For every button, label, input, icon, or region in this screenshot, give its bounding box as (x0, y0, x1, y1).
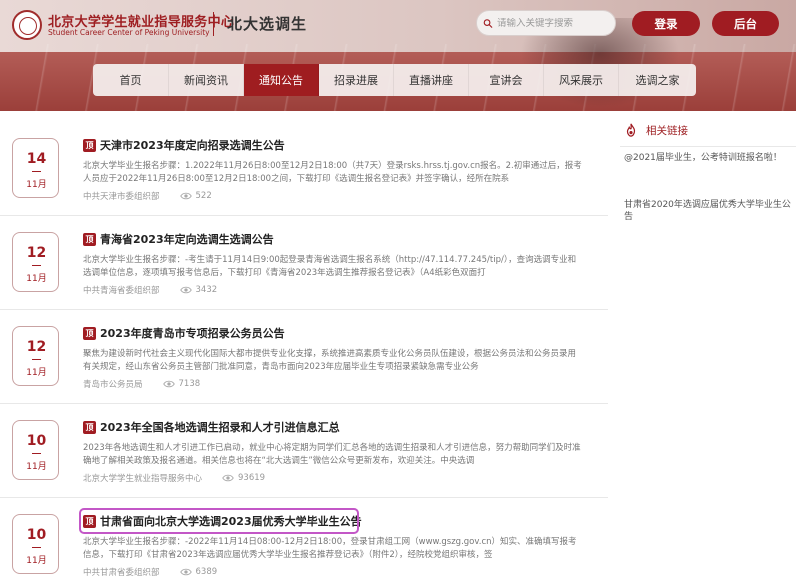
date-day: 10 (26, 527, 47, 543)
eye-icon (179, 286, 192, 294)
related-link[interactable]: 甘肃省2020年选调应届优秀大学毕业生公告 (624, 199, 796, 223)
article-source: 北京大学学生就业指导服务中心 (83, 474, 203, 484)
date-divider (32, 171, 41, 172)
view-count: 522 (195, 191, 212, 201)
article-summary: 北京大学毕业生报名步骤：1.2022年11月26日8:00至12月2日18:00… (83, 161, 582, 184)
pinned-badge: 顶 (83, 138, 96, 152)
related-links-heading: 相关链接 (646, 124, 688, 137)
list-item[interactable]: 10 11月 顶 甘肃省面向北京大学选调2023届优秀大学毕业生公告 北京大学毕… (0, 500, 608, 588)
pinned-badge: 顶 (83, 326, 96, 340)
list-item[interactable]: 12 11月 顶 青海省2023年定向选调生选调公告 北京大学毕业生报名步骤：-… (0, 218, 608, 310)
article-title-link[interactable]: 青海省2023年定向选调生选调公告 (100, 231, 274, 247)
search-box[interactable] (476, 10, 616, 36)
date-badge: 10 11月 (12, 420, 59, 480)
date-badge: 12 11月 (12, 232, 59, 292)
list-item[interactable]: 14 11月 顶 天津市2023年度定向招录选调生公告 北京大学毕业生报名步骤：… (0, 124, 608, 216)
view-count: 3432 (195, 285, 218, 295)
article-summary: 北京大学毕业生报名步骤：-2022年11月14日08:00-12月2日18:00… (83, 537, 577, 560)
admin-button[interactable]: 后台 (712, 11, 779, 36)
date-divider (32, 453, 41, 454)
article-source: 中共青海省委组织部 (83, 286, 160, 296)
nav-item-notices[interactable]: 通知公告 (244, 64, 319, 96)
article-source: 中共天津市委组织部 (83, 192, 160, 202)
article-title-link[interactable]: 天津市2023年度定向招录选调生公告 (100, 137, 285, 153)
date-month: 11月 (26, 556, 47, 566)
logo-english-name[interactable]: Student Career Center of Peking Universi… (48, 28, 210, 37)
date-month: 11月 (26, 274, 47, 284)
nav-item-recruitment-progress[interactable]: 招录进展 (319, 64, 394, 96)
eye-icon (222, 474, 234, 482)
date-badge: 14 11月 (12, 138, 59, 198)
nav-item-info-sessions[interactable]: 宣讲会 (469, 64, 544, 96)
date-month: 11月 (26, 180, 47, 190)
search-icon[interactable] (483, 17, 493, 30)
article-source: 中共甘肃省委组织部 (83, 568, 160, 578)
flame-icon (626, 123, 636, 137)
date-month: 11月 (26, 462, 47, 472)
view-count: 93619 (238, 473, 266, 483)
related-links-panel: 相关链接 @2021届毕业生，公考特训班报名啦！ 甘肃省2020年选调应届优秀大… (620, 120, 796, 222)
date-month: 11月 (26, 368, 47, 378)
sidebar-divider (620, 146, 796, 147)
login-button[interactable]: 登录 (632, 11, 700, 36)
search-input[interactable] (497, 17, 615, 29)
article-summary: 北京大学毕业生报名步骤：-考生请于11月14日9:00起登录青海省选调生报名系统… (83, 255, 577, 278)
pinned-badge: 顶 (83, 232, 96, 246)
eye-icon (179, 568, 192, 576)
list-item[interactable]: 10 11月 顶 2023年全国各地选调生招录和人才引进信息汇总 2023年各地… (0, 406, 608, 498)
date-day: 14 (26, 151, 47, 167)
date-day: 10 (26, 433, 47, 449)
pinned-badge: 顶 (83, 420, 96, 434)
date-day: 12 (26, 245, 47, 261)
date-badge: 10 11月 (12, 514, 59, 574)
view-count: 7138 (178, 379, 201, 389)
related-link[interactable]: @2021届毕业生，公考特训班报名啦！ (624, 152, 796, 164)
main-nav: 首页 新闻资讯 通知公告 招录进展 直播讲座 宣讲会 风采展示 选调之家 (93, 64, 696, 96)
date-badge: 12 11月 (12, 326, 59, 386)
pku-seal-icon[interactable] (12, 10, 42, 40)
date-divider (32, 359, 41, 360)
article-summary: 2023年各地选调生和人才引进工作已启动，就业中心将定期为同学们汇总各地的选调生… (83, 443, 581, 466)
view-count: 6389 (195, 567, 218, 577)
highlighted-title[interactable]: 顶 甘肃省面向北京大学选调2023届优秀大学毕业生公告 (79, 508, 362, 534)
nav-item-home[interactable]: 首页 (93, 64, 169, 96)
logo-divider (213, 12, 214, 36)
nav-item-live-lectures[interactable]: 直播讲座 (394, 64, 469, 96)
list-item[interactable]: 12 11月 顶 2023年度青岛市专项招录公务员公告 聚焦为建设新时代社会主义… (0, 312, 608, 404)
nav-item-news[interactable]: 新闻资讯 (169, 64, 244, 96)
article-title-link[interactable]: 2023年全国各地选调生招录和人才引进信息汇总 (100, 419, 340, 435)
article-title-link[interactable]: 甘肃省面向北京大学选调2023届优秀大学毕业生公告 (100, 513, 362, 529)
site-title: 北大选调生 (227, 15, 308, 33)
nav-item-showcase[interactable]: 风采展示 (544, 64, 619, 96)
eye-icon (162, 380, 175, 388)
article-summary: 聚焦为建设新时代社会主义现代化国际大都市提供专业化支撑，系统推进高素质专业化公务… (83, 349, 577, 372)
date-divider (32, 547, 41, 548)
nav-item-home-of-selectees[interactable]: 选调之家 (619, 64, 696, 96)
header-banner: 北京大学学生就业指导服务中心 Student Career Center of … (0, 0, 796, 111)
eye-icon (179, 192, 192, 200)
article-source: 青岛市公务员局 (83, 380, 143, 390)
pinned-badge: 顶 (83, 514, 96, 528)
date-day: 12 (26, 339, 47, 355)
article-title-link[interactable]: 2023年度青岛市专项招录公务员公告 (100, 325, 285, 341)
date-divider (32, 265, 41, 266)
